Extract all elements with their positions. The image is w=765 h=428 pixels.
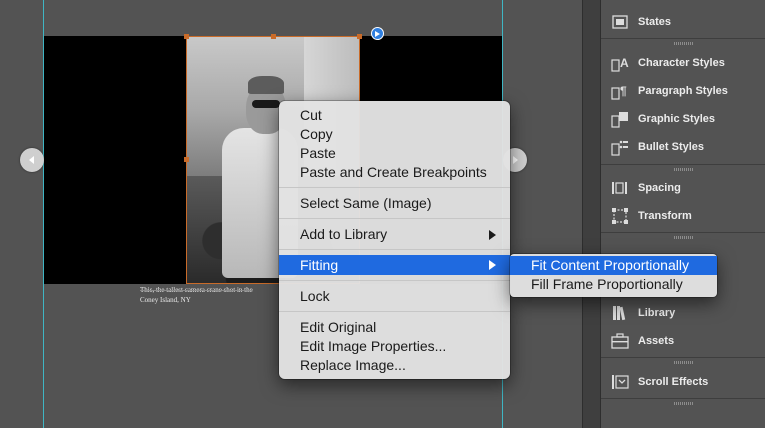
frame-control-icon[interactable]	[371, 27, 384, 40]
spacing-icon	[611, 179, 629, 197]
menu-item-cut[interactable]: Cut	[279, 106, 510, 125]
panel-item-label: Transform	[638, 210, 692, 222]
submenu-item-fill-frame-proportionally[interactable]: Fill Frame Proportionally	[510, 275, 717, 294]
previous-slide-button[interactable]	[20, 148, 44, 172]
library-icon	[611, 304, 629, 322]
panel-item-graphic-styles[interactable]: Graphic Styles	[601, 106, 765, 132]
panel-divider[interactable]	[582, 0, 600, 428]
panel-item-scroll-effects[interactable]: Scroll Effects	[601, 369, 765, 395]
graphic-styles-icon	[611, 110, 629, 128]
menu-separator	[279, 249, 510, 250]
fitting-submenu: Fit Content Proportionally Fill Frame Pr…	[510, 254, 717, 297]
bullet-styles-icon	[611, 138, 629, 156]
context-menu: Cut Copy Paste Paste and Create Breakpoi…	[279, 101, 510, 379]
submenu-arrow-icon	[489, 230, 496, 240]
menu-item-edit-original[interactable]: Edit Original	[279, 318, 510, 337]
menu-item-paste-and-create-breakpoints[interactable]: Paste and Create Breakpoints	[279, 163, 510, 182]
right-panel: States A Character Styles ¶ Paragraph St…	[600, 0, 765, 428]
menu-item-fitting[interactable]: Fitting	[279, 255, 510, 275]
panel-item-label: Assets	[638, 335, 675, 347]
menu-separator	[279, 280, 510, 281]
panel-item-label: Scroll Effects	[638, 376, 709, 388]
menu-item-replace-image[interactable]: Replace Image...	[279, 356, 510, 375]
panel-item-label: Spacing	[638, 182, 681, 194]
menu-item-edit-image-properties[interactable]: Edit Image Properties...	[279, 337, 510, 356]
menu-separator	[279, 187, 510, 188]
panel-item-bullet-styles[interactable]: Bullet Styles	[601, 134, 765, 160]
panel-item-character-styles[interactable]: A Character Styles	[601, 50, 765, 76]
caption-line-2: Coney Island, NY	[140, 296, 191, 304]
states-icon	[611, 13, 629, 31]
character-styles-icon: A	[611, 54, 629, 72]
caption-line-1: This, the tallest camera crane shot in t…	[140, 286, 253, 294]
menu-item-add-to-library[interactable]: Add to Library	[279, 225, 510, 244]
arrow-right-icon	[513, 156, 518, 164]
menu-item-paste[interactable]: Paste	[279, 144, 510, 163]
menu-item-lock[interactable]: Lock	[279, 287, 510, 306]
panel-item-label: Character Styles	[638, 57, 725, 69]
menu-separator	[279, 311, 510, 312]
arrow-left-icon	[29, 156, 34, 164]
svg-text:A: A	[620, 56, 629, 70]
panel-item-spacing[interactable]: Spacing	[601, 175, 765, 201]
scroll-effects-icon	[611, 373, 629, 391]
submenu-arrow-icon	[489, 260, 496, 270]
image-caption[interactable]: This, the tallest camera crane shot in t…	[140, 285, 290, 305]
photo-person-glasses	[252, 100, 280, 108]
svg-text:¶: ¶	[620, 84, 627, 98]
menu-item-copy[interactable]: Copy	[279, 125, 510, 144]
submenu-item-fit-content-proportionally[interactable]: Fit Content Proportionally	[510, 256, 717, 275]
panel-grip[interactable]	[601, 357, 765, 367]
panel-item-states[interactable]: States	[601, 9, 765, 35]
panel-item-assets[interactable]: Assets	[601, 328, 765, 354]
panel-item-label: States	[638, 16, 672, 28]
paragraph-styles-icon: ¶	[611, 82, 629, 100]
photo-person-cap	[248, 76, 284, 94]
menu-separator	[279, 218, 510, 219]
transform-icon	[611, 207, 629, 225]
panel-item-paragraph-styles[interactable]: ¶ Paragraph Styles	[601, 78, 765, 104]
panel-grip[interactable]	[601, 232, 765, 242]
menu-item-label: Fitting	[300, 257, 339, 273]
panel-item-label: Library	[638, 307, 676, 319]
panel-grip[interactable]	[601, 164, 765, 174]
panel-grip[interactable]	[601, 398, 765, 408]
panel-item-label: Bullet Styles	[638, 141, 705, 153]
panel-grip[interactable]	[601, 38, 765, 48]
menu-item-select-same[interactable]: Select Same (Image)	[279, 194, 510, 213]
panel-item-transform[interactable]: Transform	[601, 203, 765, 229]
panel-item-label: Graphic Styles	[638, 113, 716, 125]
assets-icon	[611, 332, 629, 350]
panel-item-library[interactable]: Library	[601, 300, 765, 326]
panel-item-label: Paragraph Styles	[638, 85, 728, 97]
menu-item-label: Add to Library	[300, 226, 388, 242]
